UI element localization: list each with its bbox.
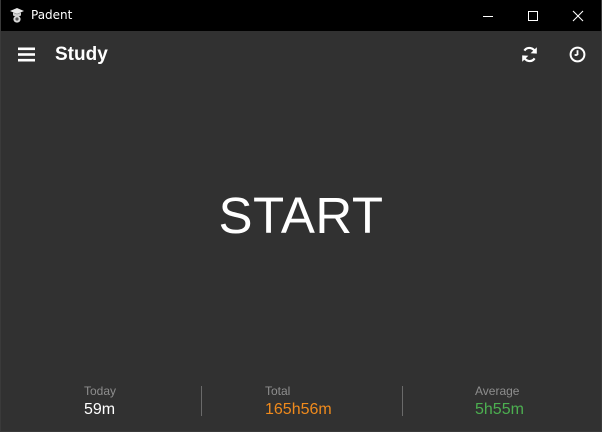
divider — [201, 386, 202, 416]
stat-today-value: 59m — [84, 401, 116, 418]
title-bar[interactable]: Padent — [1, 0, 601, 31]
divider — [402, 386, 403, 416]
clock-icon[interactable] — [569, 46, 586, 63]
start-button[interactable]: START — [201, 180, 401, 252]
close-icon — [572, 10, 584, 22]
page-title: Study — [55, 44, 108, 65]
menu-icon[interactable] — [18, 47, 35, 62]
maximize-icon — [528, 11, 538, 21]
stat-average-label: Average — [475, 384, 520, 398]
graduation-cap-icon — [10, 8, 24, 23]
stat-today-label: Today — [84, 384, 117, 398]
stat-today: Today 59m — [84, 384, 116, 420]
stat-total-label: Total — [265, 384, 291, 398]
app-header: Study — [1, 31, 601, 79]
refresh-icon[interactable] — [521, 46, 538, 63]
close-button[interactable] — [555, 0, 601, 31]
window-title: Padent — [31, 8, 73, 22]
stat-average: Average 5h55m — [475, 384, 524, 420]
minimize-button[interactable] — [465, 0, 511, 31]
maximize-button[interactable] — [510, 0, 556, 31]
stat-total: Total 165h56m — [265, 384, 332, 420]
minimize-icon — [483, 16, 493, 17]
stat-average-value: 5h55m — [475, 401, 524, 418]
stat-total-value: 165h56m — [265, 401, 332, 418]
app-window: Padent Study START Today 59m Total 165h5… — [0, 0, 602, 432]
